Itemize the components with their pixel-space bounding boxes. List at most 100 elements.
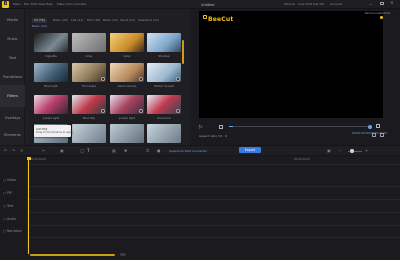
subtab-basic[interactable]: Basic (22) bbox=[32, 24, 47, 28]
tab-basic[interactable]: Basic (25) bbox=[53, 18, 68, 23]
speech-to-text-button[interactable]: Speech-to-Text Converter bbox=[169, 149, 207, 153]
minimize-icon[interactable]: — bbox=[369, 2, 373, 6]
split-icon[interactable]: ✂ bbox=[42, 148, 45, 153]
preview-progress-fill bbox=[229, 126, 233, 128]
filter-thumbnail[interactable] bbox=[34, 95, 68, 114]
account-link[interactable]: Account bbox=[330, 2, 342, 6]
tab-film[interactable]: Film (16) bbox=[87, 18, 100, 23]
get-vip-link[interactable]: Get VIP bbox=[313, 2, 324, 6]
menu-help[interactable]: Help bbox=[46, 2, 53, 6]
filter-thumbnail[interactable] bbox=[72, 33, 106, 52]
filter-thumbnail-label: blue tone bbox=[157, 116, 171, 120]
track-row[interactable] bbox=[27, 212, 400, 213]
filter-thumbnail-label: warm sunrise bbox=[117, 84, 137, 88]
menu-make-intro[interactable]: Make Intro Animate bbox=[57, 2, 86, 6]
filter-thumbnail[interactable] bbox=[72, 63, 106, 82]
premium-badge-icon bbox=[101, 77, 105, 81]
track-label-text: Video bbox=[7, 178, 16, 182]
play-button[interactable]: ▷ bbox=[199, 124, 203, 130]
filter-thumbnail-label: purple light bbox=[118, 116, 136, 120]
track-label-text: Audio bbox=[7, 217, 17, 221]
zoom-in-icon[interactable]: + bbox=[365, 148, 368, 153]
premium-badge-icon bbox=[176, 77, 180, 81]
tab-sport[interactable]: Sport (21) bbox=[120, 18, 135, 23]
filter-thumbnail-label: purple light bbox=[42, 116, 60, 120]
delete-icon[interactable]: ✕ bbox=[20, 148, 23, 153]
zoom-out-icon[interactable]: − bbox=[338, 148, 341, 153]
preview-progress-track[interactable] bbox=[229, 126, 369, 128]
filter-thumbnail-label: Vignette bbox=[45, 54, 57, 58]
filter-thumbnail[interactable] bbox=[147, 95, 181, 114]
filter-thumbnail[interactable] bbox=[147, 33, 181, 52]
ruler-tick-1: 00:00:02:00 bbox=[294, 158, 310, 161]
freeze-icon[interactable]: ✱ bbox=[124, 148, 127, 153]
menu-main[interactable]: Menu bbox=[13, 2, 21, 6]
track-row[interactable] bbox=[27, 199, 400, 200]
fullscreen-icon[interactable] bbox=[376, 124, 380, 128]
tab-valentine[interactable]: Valentine (12) bbox=[138, 18, 159, 23]
track-row[interactable] bbox=[27, 225, 400, 226]
filter-thumbnail[interactable] bbox=[34, 33, 68, 52]
filter-thumbnail[interactable] bbox=[110, 33, 144, 52]
aspect-ratio-value: 16 : 9 bbox=[218, 134, 227, 138]
sidebar-item-filters[interactable]: Filters bbox=[0, 85, 25, 107]
tab-life[interactable]: Life (11) bbox=[71, 18, 84, 23]
filter-thumbnail[interactable] bbox=[72, 124, 106, 143]
filter-thumbnail[interactable] bbox=[110, 63, 144, 82]
track-row[interactable] bbox=[27, 186, 400, 187]
crop-icon[interactable]: ▣ bbox=[60, 148, 64, 153]
document-title: Untitled bbox=[201, 2, 215, 7]
track-row[interactable] bbox=[27, 237, 400, 238]
speed-icon[interactable]: ◯ bbox=[80, 148, 84, 153]
remove-watermark-link[interactable]: Remove watermark bbox=[365, 12, 390, 15]
mosaic-icon[interactable]: ▦ bbox=[112, 148, 116, 153]
filter-thumbnail-label: Winter Sunset bbox=[154, 84, 174, 88]
undo-icon[interactable]: ↶ bbox=[4, 148, 7, 153]
track-label-text: ▢ Text bbox=[3, 204, 13, 208]
tutorial-link[interactable]: Tutorial bbox=[284, 2, 295, 6]
filter-thumbnail-label: Blue light bbox=[44, 84, 58, 88]
maximize-icon[interactable] bbox=[380, 1, 384, 5]
redo-icon[interactable]: ↷ bbox=[12, 148, 15, 153]
export-button[interactable]: Export bbox=[239, 147, 261, 153]
snapshot-icon[interactable] bbox=[372, 133, 376, 137]
duration-icon[interactable]: ⏱ bbox=[146, 148, 149, 153]
sidebar: Media Music Text Transitions Filters Ove… bbox=[0, 9, 25, 145]
zoom-slider-handle[interactable] bbox=[350, 149, 354, 153]
filter-thumbnail-label: Film sepia bbox=[81, 84, 97, 88]
premium-badge-icon bbox=[139, 77, 143, 81]
timeline-ruler[interactable] bbox=[27, 157, 400, 165]
playhead[interactable] bbox=[28, 158, 29, 254]
stop-button[interactable] bbox=[219, 124, 223, 129]
tab-all[interactable]: All (76) bbox=[32, 18, 47, 23]
preview-progress-handle[interactable] bbox=[368, 124, 372, 129]
menu-edit[interactable]: Edit bbox=[31, 2, 37, 6]
menu-file[interactable]: File bbox=[24, 2, 29, 6]
filter-thumbnail-label: Blue Sky bbox=[82, 116, 96, 120]
library-scrollbar[interactable] bbox=[182, 40, 184, 64]
record-icon[interactable]: ● bbox=[157, 148, 161, 153]
filter-thumbnail[interactable] bbox=[34, 63, 68, 82]
sidebar-item-elements[interactable]: Elements bbox=[0, 124, 25, 146]
live-chat-link[interactable]: Live Chat bbox=[298, 2, 312, 6]
aspect-ratio[interactable]: Aspect ratio 16 : 9 bbox=[199, 134, 227, 138]
filter-thumbnail[interactable] bbox=[147, 63, 181, 82]
playhead-handle[interactable] bbox=[26, 157, 31, 160]
aspect-ratio-label: Aspect ratio bbox=[199, 134, 218, 138]
filter-thumbnail[interactable] bbox=[110, 124, 144, 143]
track-label-video: ▢ Video bbox=[3, 178, 16, 182]
timeline-tracks bbox=[0, 165, 400, 254]
track-label-text: PIP bbox=[7, 191, 12, 195]
close-icon[interactable]: × bbox=[390, 1, 394, 6]
filter-thumbnail[interactable] bbox=[72, 95, 106, 114]
filter-thumbnail[interactable] bbox=[110, 95, 144, 114]
volume-icon[interactable] bbox=[380, 133, 384, 137]
timeline-scrollbar[interactable] bbox=[30, 254, 115, 256]
zoom-fit-icon[interactable]: ▣ bbox=[327, 148, 331, 153]
filter-thumbnail-label: Glow bbox=[123, 54, 131, 58]
text-tool-icon[interactable]: T bbox=[87, 148, 90, 153]
tab-retro[interactable]: Retro (11) bbox=[103, 18, 118, 23]
filter-thumbnail[interactable] bbox=[147, 124, 181, 143]
timeline-scroll-thumb[interactable] bbox=[120, 253, 126, 256]
menu-view[interactable]: View bbox=[38, 2, 45, 6]
